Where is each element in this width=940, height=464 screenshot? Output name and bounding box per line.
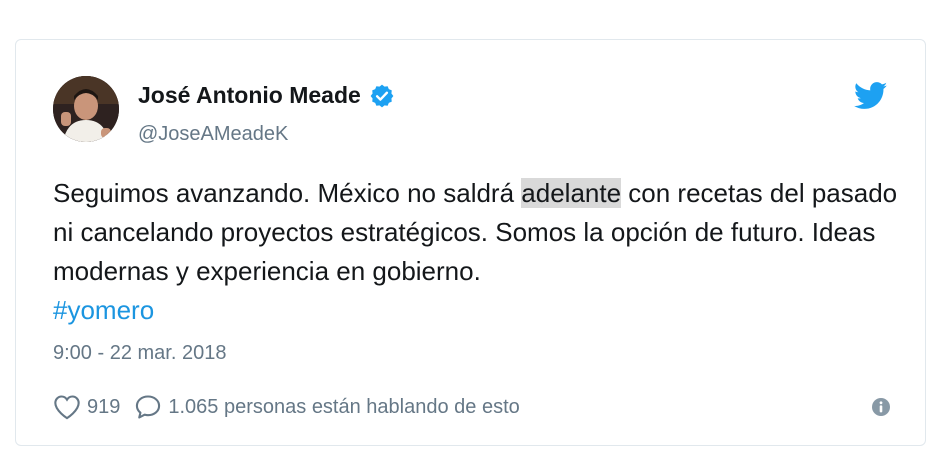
tweet-text-part: Seguimos avanzando. México no saldrá <box>53 178 522 208</box>
tweet-text: Seguimos avanzando. México no saldrá ade… <box>53 174 903 330</box>
tweet-card: José Antonio Meade @JoseAMeadeK Seguimos… <box>15 39 926 446</box>
twitter-bird-icon[interactable] <box>853 82 888 110</box>
heart-icon[interactable] <box>53 394 81 420</box>
conversation-link[interactable]: 1.065 personas están hablando de esto <box>168 396 519 419</box>
tweet-actions: 919 1.065 personas están hablando de est… <box>53 394 520 420</box>
info-icon[interactable] <box>871 397 891 417</box>
hashtag-link[interactable]: #yomero <box>53 295 154 325</box>
tweet-timestamp[interactable]: 9:00 - 22 mar. 2018 <box>53 342 226 365</box>
author-handle[interactable]: @JoseAMeadeK <box>138 123 288 146</box>
like-count[interactable]: 919 <box>87 396 120 419</box>
author-name-row[interactable]: José Antonio Meade <box>138 82 395 109</box>
verified-badge-icon <box>369 83 395 109</box>
highlighted-word: adelante <box>521 178 622 208</box>
avatar[interactable] <box>53 76 119 142</box>
speech-bubble-icon[interactable] <box>134 394 162 420</box>
author-name[interactable]: José Antonio Meade <box>138 82 361 109</box>
